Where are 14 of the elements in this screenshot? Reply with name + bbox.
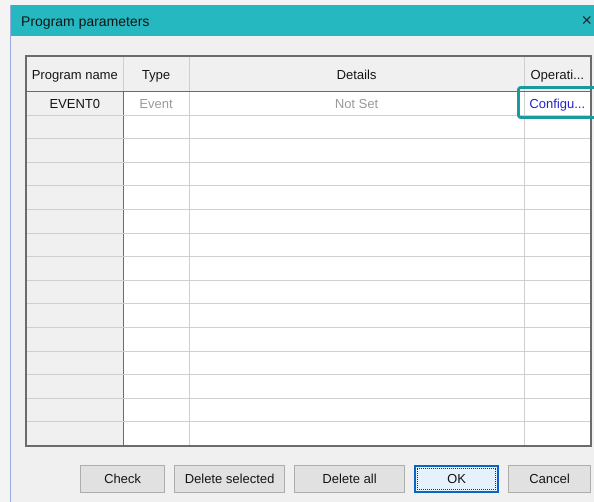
column-header: Operati... [524,56,591,92]
delete-all-button[interactable]: Delete all [294,464,405,493]
type-cell: Event [123,92,189,116]
details-cell: Not Set [189,92,524,116]
window-title: Program parameters [21,12,150,28]
check-button[interactable]: Check [80,464,165,493]
column-header: Program name [26,56,123,92]
delete-selected-button[interactable]: Delete selected [174,464,285,493]
column-header: Details [189,56,524,92]
close-icon[interactable]: × [581,10,592,31]
cancel-button[interactable]: Cancel [508,464,591,493]
column-header: Type [123,56,189,92]
ok-button[interactable]: OK [414,464,499,493]
program-name-cell: EVENT0 [26,92,123,116]
